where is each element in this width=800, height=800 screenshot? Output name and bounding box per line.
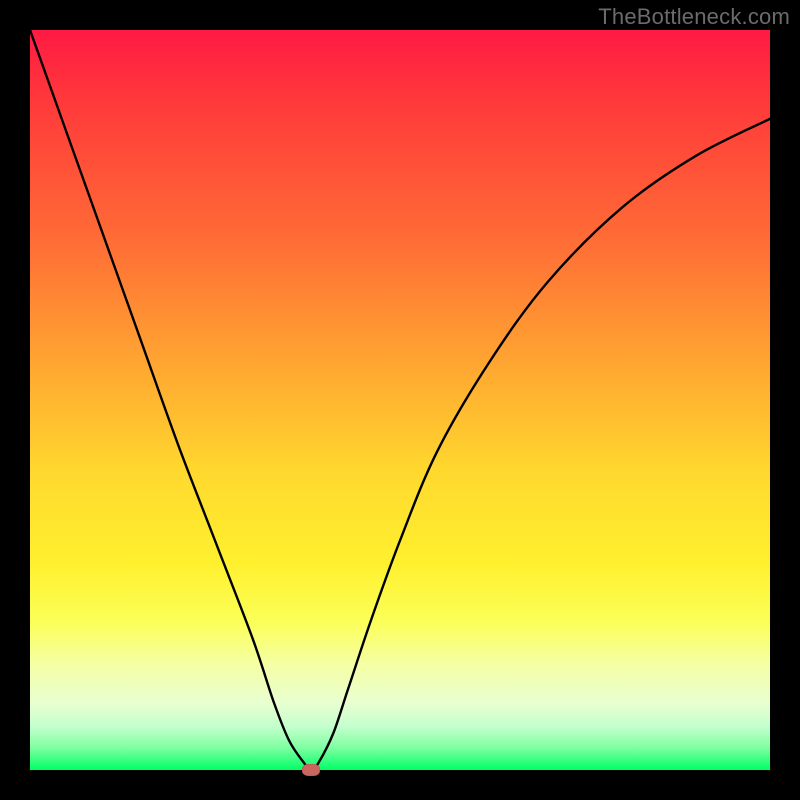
- bottleneck-curve: [30, 30, 770, 770]
- minimum-marker: [302, 764, 320, 776]
- plot-area: [30, 30, 770, 770]
- watermark-text: TheBottleneck.com: [598, 4, 790, 30]
- chart-frame: TheBottleneck.com: [0, 0, 800, 800]
